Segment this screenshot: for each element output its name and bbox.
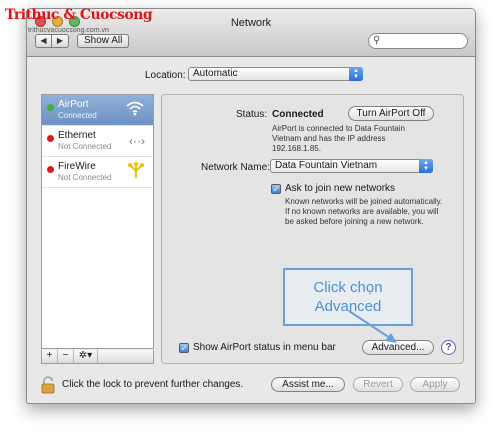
service-list: AirPort Connected Ethernet Not Connected…: [41, 94, 154, 349]
service-item-ethernet[interactable]: Ethernet Not Connected ‹··›: [42, 126, 153, 157]
revert-button[interactable]: Revert: [353, 377, 403, 392]
callout-arrow-icon: [348, 310, 397, 343]
location-label: Location:: [145, 70, 186, 81]
show-all-button[interactable]: Show All: [77, 34, 130, 48]
ask-join-checkbox[interactable]: ✓: [271, 184, 281, 194]
network-name-select[interactable]: Data Fountain Vietnam ▲ ▼: [270, 159, 433, 173]
network-name-value: Data Fountain Vietnam: [275, 160, 378, 171]
firewire-icon: [127, 162, 145, 183]
lock-text: Click the lock to prevent further change…: [62, 379, 244, 390]
wifi-icon: [125, 100, 145, 119]
status-dot-icon: [47, 135, 54, 142]
watermark-logo: Trithuc & Cuocsong: [5, 7, 153, 23]
remove-service-button[interactable]: −: [58, 350, 74, 363]
status-value: Connected: [272, 109, 324, 120]
gear-menu-button[interactable]: ✲▾: [74, 350, 98, 363]
service-status: Not Connected: [58, 142, 112, 151]
service-item-firewire[interactable]: FireWire Not Connected: [42, 157, 153, 188]
popup-arrows-icon: ▲ ▼: [349, 67, 363, 81]
location-select[interactable]: Automatic ▲ ▼: [188, 67, 363, 81]
show-status-checkbox[interactable]: ✓: [179, 343, 189, 353]
ask-join-label: Ask to join new networks: [285, 183, 396, 194]
status-dot-icon: [47, 166, 54, 173]
network-name-label: Network Name:: [201, 162, 270, 173]
sidebar-controls: + − ✲▾: [41, 350, 154, 364]
lock-icon[interactable]: [41, 376, 55, 394]
location-value: Automatic: [193, 68, 238, 79]
service-name: FireWire: [58, 161, 96, 172]
show-status-label: Show AirPort status in menu bar: [193, 342, 336, 353]
help-button[interactable]: ?: [441, 340, 456, 355]
ethernet-icon: ‹··›: [129, 134, 145, 148]
service-status: Not Connected: [58, 173, 112, 182]
popup-arrows-icon: ▲ ▼: [419, 159, 433, 173]
assist-me-button[interactable]: Assist me...: [271, 377, 345, 392]
turn-airport-off-button[interactable]: Turn AirPort Off: [348, 106, 434, 121]
search-icon: ⚲: [373, 35, 381, 46]
service-name: Ethernet: [58, 130, 96, 141]
status-dot-icon: [47, 104, 54, 111]
ask-join-description: Known networks will be joined automatica…: [285, 197, 443, 226]
watermark-url: trithucvacuocsong.com.vn: [28, 27, 109, 34]
service-item-airport[interactable]: AirPort Connected: [42, 95, 153, 126]
status-label: Status:: [236, 109, 268, 120]
service-name: AirPort: [58, 99, 89, 110]
forward-button[interactable]: ▶: [52, 34, 69, 48]
status-description: AirPort is connected to Data Fountain Vi…: [272, 124, 405, 153]
back-button[interactable]: ◀: [35, 34, 52, 48]
apply-button[interactable]: Apply: [410, 377, 460, 392]
network-window: Network ◀ ▶ Show All ⚲ Location: Automat…: [26, 8, 476, 404]
service-status: Connected: [58, 111, 97, 120]
search-input[interactable]: ⚲: [368, 33, 468, 49]
nav-buttons: ◀ ▶: [35, 34, 69, 48]
add-service-button[interactable]: +: [42, 350, 58, 363]
